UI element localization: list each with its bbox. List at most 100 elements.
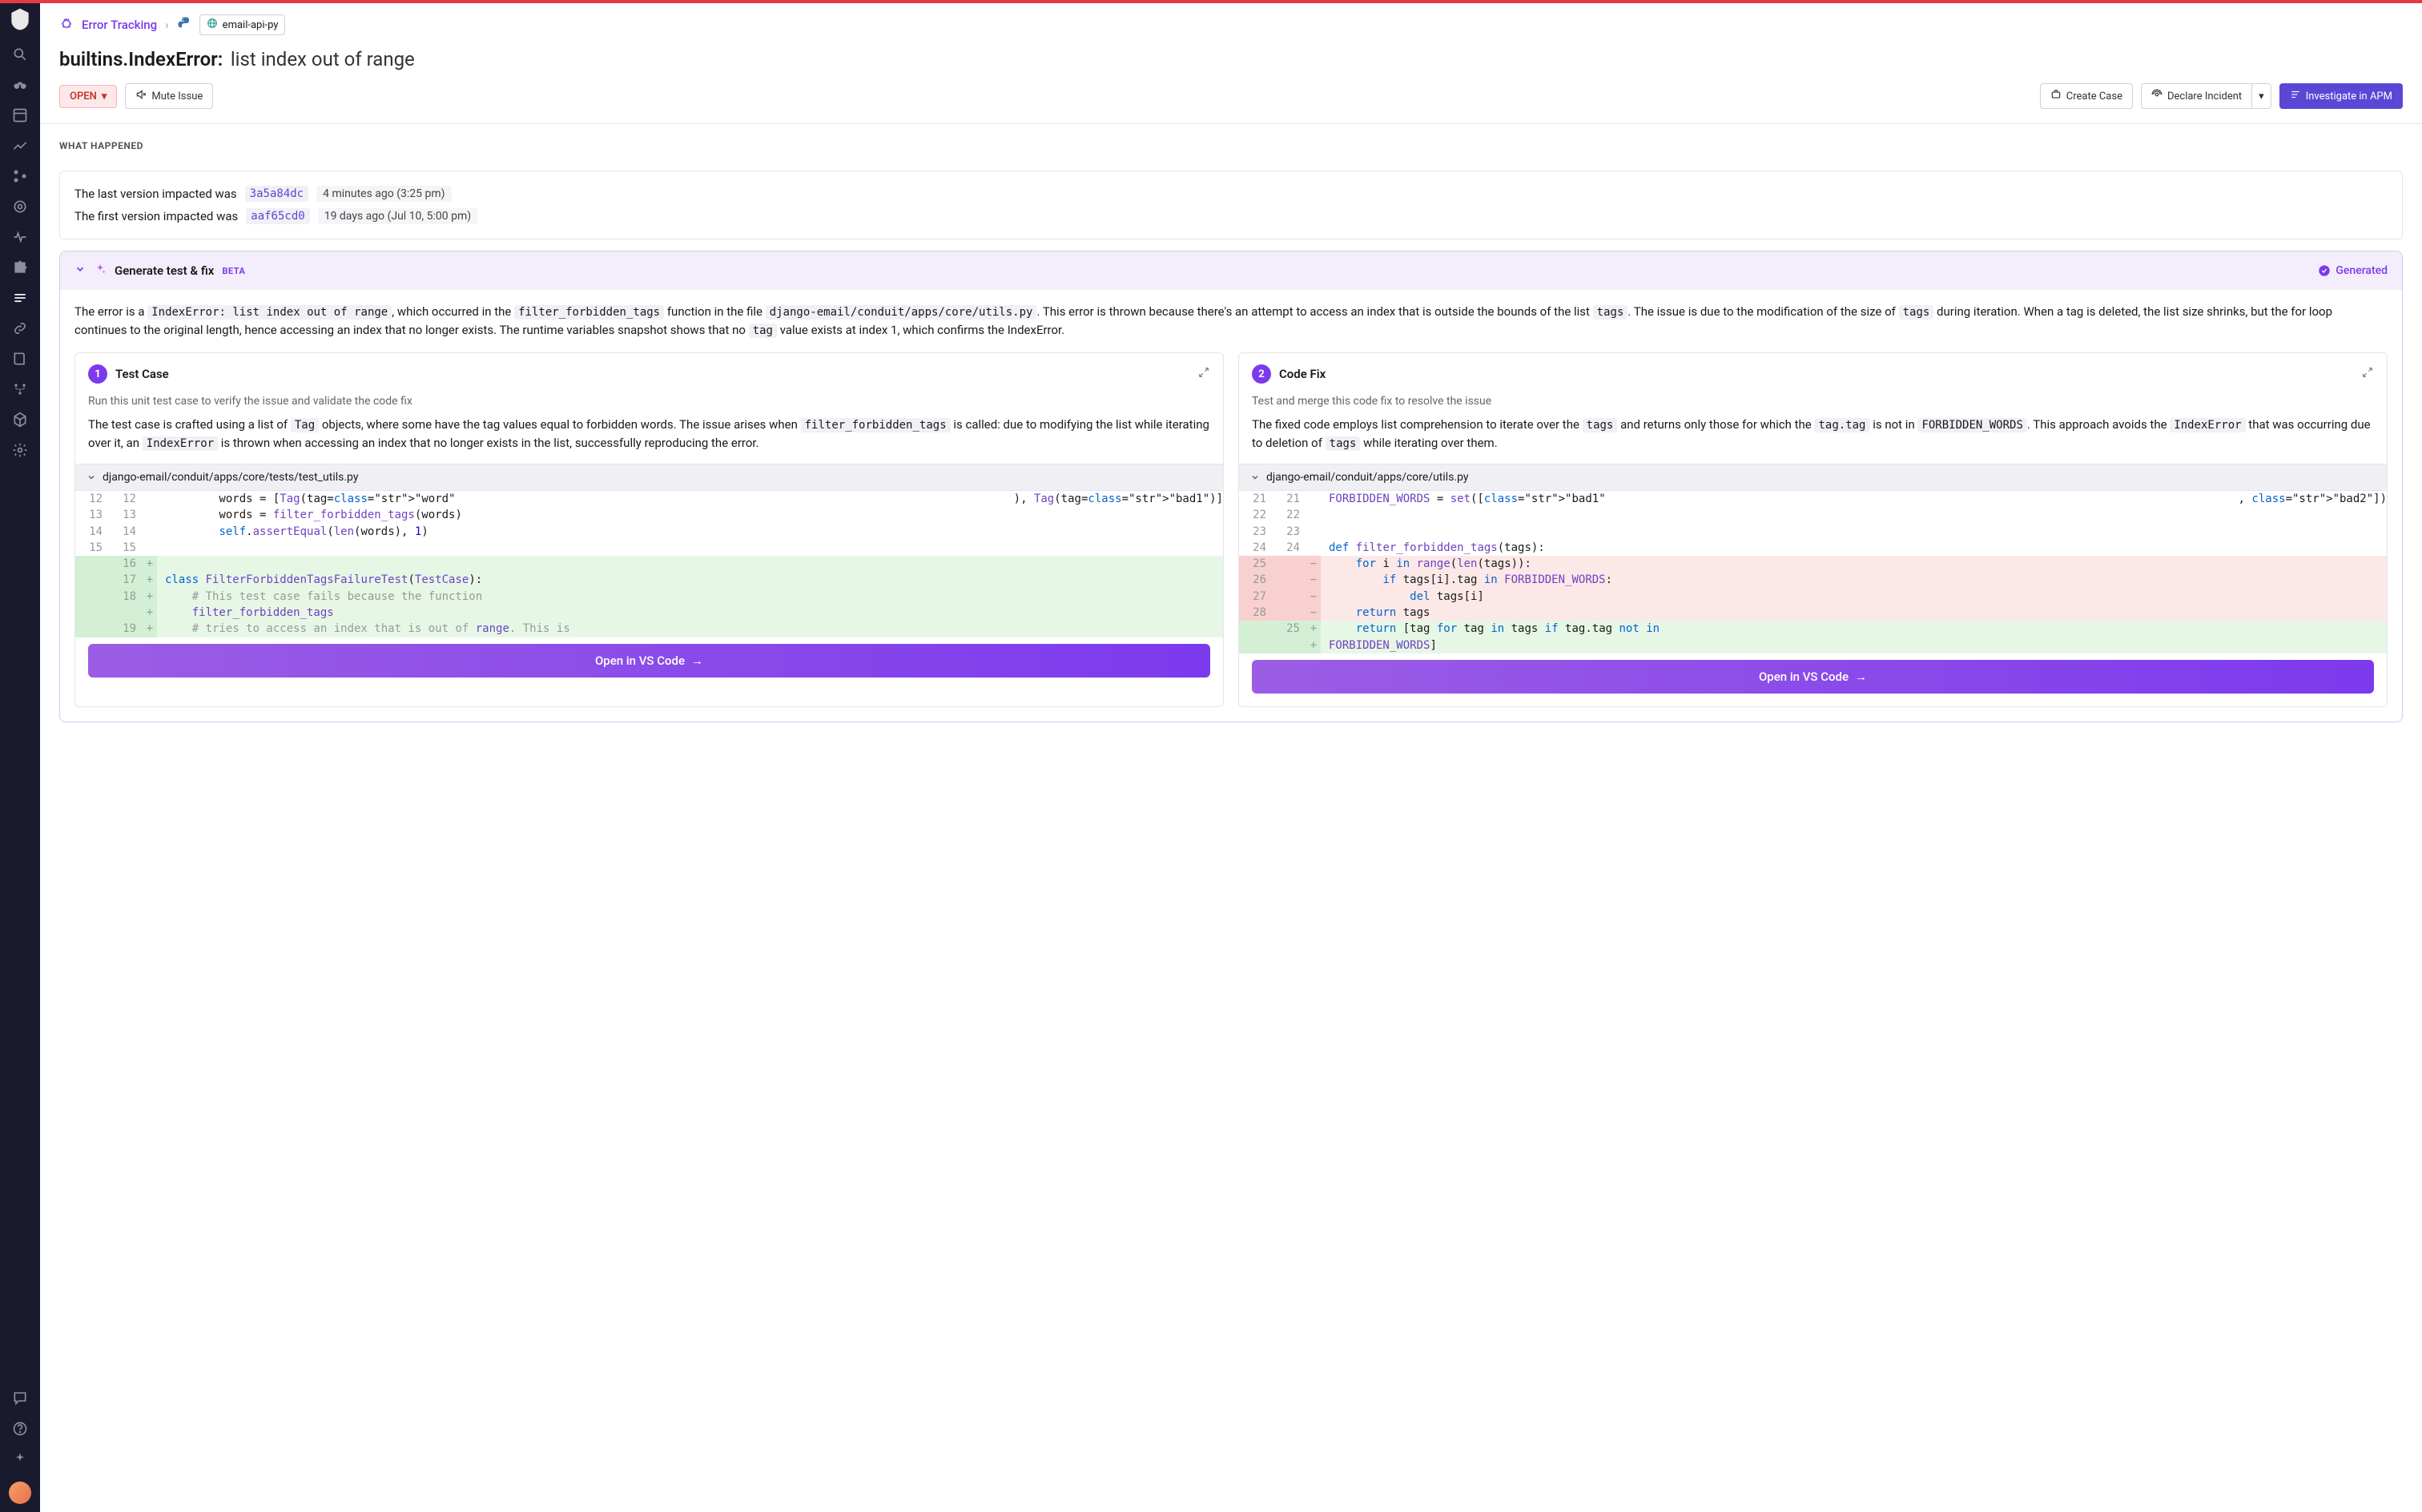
diff-line: 1414 self.assertEqual(len(words), 1) [75, 524, 1223, 540]
diff-line: 2222 [1239, 507, 2387, 523]
what-happened-box: The last version impacted was 3a5a84dc 4… [59, 171, 2403, 239]
chart-icon[interactable] [12, 138, 28, 154]
test-diff: 1212 words = [Tag(tag=class="str">"word"… [75, 491, 1223, 637]
fix-diff: 2121FORBIDDEN_WORDS = set([class="str">"… [1239, 491, 2387, 653]
collapse-toggle[interactable] [74, 263, 86, 278]
diff-line: 17+class FilterForbiddenTagsFailureTest(… [75, 572, 1223, 588]
arrow-right-icon: → [1855, 670, 1867, 684]
incident-icon [2151, 89, 2162, 103]
declare-incident-caret[interactable]: ▾ [2252, 83, 2271, 109]
sparkle-nav-icon[interactable] [12, 1451, 28, 1467]
list-icon[interactable] [12, 290, 28, 306]
apm-icon [2290, 89, 2301, 103]
diff-line: +FORBIDDEN_WORDS] [1239, 637, 2387, 653]
arrow-right-icon: → [691, 653, 703, 668]
binoculars-icon[interactable] [12, 77, 28, 93]
first-prefix: The first version impacted was [74, 209, 238, 223]
open-vscode-test-button[interactable]: Open in VS Code → [88, 644, 1210, 678]
beta-badge: BETA [222, 266, 245, 276]
diff-line: 2121FORBIDDEN_WORDS = set([class="str">"… [1239, 491, 2387, 507]
open-vscode-fix-button[interactable]: Open in VS Code → [1252, 660, 2374, 694]
flow-icon[interactable] [12, 381, 28, 397]
puzzle-icon[interactable] [12, 259, 28, 275]
logo-icon[interactable] [7, 6, 33, 32]
help-icon[interactable] [12, 1421, 28, 1437]
cube-icon[interactable] [12, 412, 28, 428]
fix-card-subtitle: Test and merge this code fix to resolve … [1239, 395, 2387, 416]
last-time: 4 minutes ago (3:25 pm) [316, 186, 451, 202]
globe-icon [207, 18, 218, 32]
chevron-down-icon: ▾ [102, 90, 107, 103]
diff-line: 27− del tags[i] [1239, 589, 2387, 605]
step-2-badge: 2 [1252, 364, 1271, 384]
python-icon [177, 16, 191, 34]
step-1-badge: 1 [88, 364, 107, 384]
what-happened-label: WHAT HAPPENED [59, 140, 2403, 151]
diff-line: 2424def filter_forbidden_tags(tags): [1239, 540, 2387, 556]
diff-line: 25− for i in range(len(tags)): [1239, 556, 2387, 572]
diff-line: 19+ # tries to access an index that is o… [75, 621, 1223, 637]
dashboard-icon[interactable] [12, 107, 28, 123]
investigate-label: Investigate in APM [2306, 90, 2392, 103]
sidebar [0, 0, 40, 1512]
diff-line: 28− return tags [1239, 605, 2387, 621]
test-card-desc: The test case is crafted using a list of… [75, 416, 1223, 464]
service-pill[interactable]: email-api-py [199, 14, 286, 35]
network-icon[interactable] [12, 168, 28, 184]
test-case-card: 1 Test Case Run this unit test case to v… [74, 352, 1224, 707]
expand-icon[interactable] [2361, 366, 2374, 382]
mute-label: Mute Issue [151, 90, 203, 103]
generated-label: Generated [2336, 264, 2388, 277]
search-icon[interactable] [12, 46, 28, 62]
diff-line: 1212 words = [Tag(tag=class="str">"word"… [75, 491, 1223, 507]
first-version-row: The first version impacted was aaf65cd0 … [74, 205, 2388, 227]
diff-line: 2323 [1239, 524, 2387, 540]
generate-fix-box: Generate test & fix BETA Generated The e… [59, 251, 2403, 722]
diff-line: 1313 words = filter_forbidden_tags(words… [75, 507, 1223, 523]
main-content: Error Tracking › email-api-py builtins.I… [40, 0, 2422, 1512]
diff-line: 18+ # This test case fails because the f… [75, 589, 1223, 605]
generate-header: Generate test & fix BETA Generated [60, 251, 2402, 290]
pulse-icon[interactable] [12, 229, 28, 245]
last-prefix: The last version impacted was [74, 187, 237, 201]
status-label: OPEN [70, 90, 97, 103]
book-icon[interactable] [12, 351, 28, 367]
declare-incident-label: Declare Incident [2167, 90, 2242, 103]
breadcrumb-root[interactable]: Error Tracking [82, 18, 157, 32]
generated-status: Generated [2318, 264, 2388, 277]
sparkle-icon [94, 263, 107, 279]
test-card-title: Test Case [115, 367, 169, 381]
cards-row: 1 Test Case Run this unit test case to v… [60, 352, 2402, 722]
fix-card-desc: The fixed code employs list comprehensio… [1239, 416, 2387, 464]
mute-button[interactable]: Mute Issue [125, 83, 213, 109]
test-card-subtitle: Run this unit test case to verify the is… [75, 395, 1223, 416]
create-case-label: Create Case [2066, 90, 2122, 103]
link-icon[interactable] [12, 320, 28, 336]
diff-line: 16+ [75, 556, 1223, 572]
action-bar: OPEN ▾ Mute Issue Create Case [40, 83, 2422, 124]
investigate-button[interactable]: Investigate in APM [2279, 83, 2403, 109]
fix-card-title: Code Fix [1279, 367, 1326, 381]
avatar[interactable] [9, 1482, 31, 1504]
last-version-row: The last version impacted was 3a5a84dc 4… [74, 183, 2388, 205]
first-hash[interactable]: aaf65cd0 [246, 208, 309, 224]
declare-incident-button[interactable]: Declare Incident [2141, 83, 2252, 109]
create-case-button[interactable]: Create Case [2040, 83, 2133, 109]
last-hash[interactable]: 3a5a84dc [245, 186, 308, 202]
target-icon[interactable] [12, 199, 28, 215]
case-icon [2050, 89, 2062, 103]
diff-line: + filter_forbidden_tags [75, 605, 1223, 621]
expand-icon[interactable] [1197, 366, 1210, 382]
status-dropdown[interactable]: OPEN ▾ [59, 85, 117, 108]
generate-title: Generate test & fix [115, 263, 214, 278]
fix-file-header[interactable]: django-email/conduit/apps/core/utils.py [1239, 464, 2387, 491]
mute-icon [135, 89, 147, 103]
service-name: email-api-py [223, 19, 279, 31]
first-time: 19 days ago (Jul 10, 5:00 pm) [318, 208, 477, 224]
chat-icon[interactable] [12, 1390, 28, 1406]
test-file-path: django-email/conduit/apps/core/tests/tes… [103, 471, 358, 484]
chevron-right-icon: › [165, 18, 169, 32]
test-file-header[interactable]: django-email/conduit/apps/core/tests/tes… [75, 464, 1223, 491]
breadcrumb: Error Tracking › email-api-py [40, 3, 2422, 42]
gear-icon[interactable] [12, 442, 28, 458]
